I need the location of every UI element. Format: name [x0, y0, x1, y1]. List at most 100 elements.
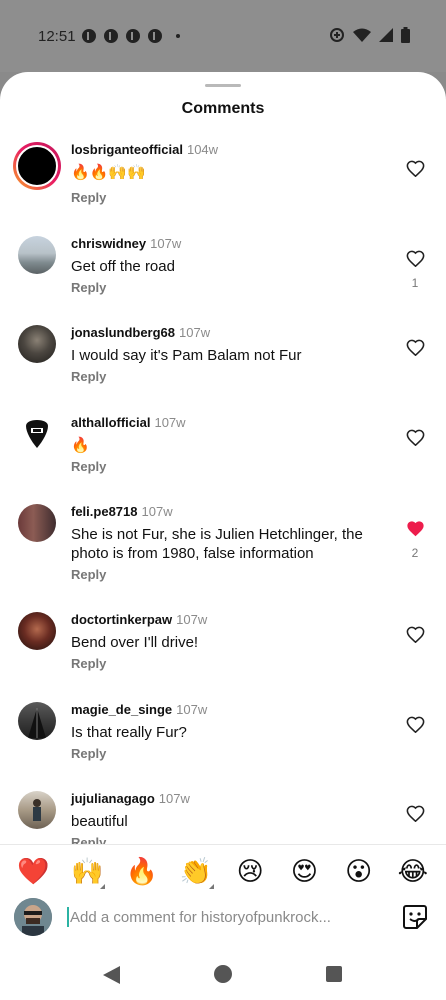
comment-username[interactable]: losbriganteofficial	[71, 142, 183, 157]
reply-button[interactable]: Reply	[71, 369, 106, 384]
emoji-heart-eyes[interactable]: 😍	[284, 857, 324, 887]
comment-header: losbriganteofficial 104w	[71, 142, 218, 157]
like-button[interactable]	[405, 805, 425, 831]
notification-icons	[82, 29, 180, 43]
comment-time: 104w	[186, 142, 219, 157]
emoji-crying-face[interactable]: 😢	[230, 857, 270, 887]
recents-icon[interactable]	[326, 966, 342, 982]
sticker-button[interactable]	[402, 904, 428, 935]
reply-button[interactable]: Reply	[71, 746, 106, 761]
comment-username[interactable]: chriswidney	[71, 236, 146, 251]
comment-text: She is not Fur, she is Julien Hetchlinge…	[71, 526, 363, 562]
comment-time: 107w	[154, 415, 186, 430]
facebook-icon	[126, 29, 140, 43]
home-icon[interactable]	[214, 965, 232, 983]
signal-icon	[379, 28, 393, 42]
text-cursor	[67, 907, 69, 927]
avatar-figure	[33, 799, 41, 821]
status-time: 12:51	[38, 28, 76, 45]
avatar[interactable]	[18, 791, 56, 829]
wifi-icon	[353, 28, 371, 42]
comment-header: jonaslundberg68 107w	[71, 325, 210, 340]
emoji-tears-of-joy[interactable]: 😂	[393, 857, 433, 887]
heart-outline-icon	[406, 429, 424, 447]
heart-outline-icon	[406, 716, 424, 734]
comment-composer	[0, 894, 446, 944]
comment-time: 107w	[150, 236, 182, 251]
avatar[interactable]	[18, 504, 56, 542]
comment-username[interactable]: doctortinkerpaw	[71, 612, 172, 627]
comments-list[interactable]: losbriganteofficial 104w 🔥🔥🙌🙌 Reply chris…	[0, 142, 446, 844]
reply-button[interactable]: Reply	[71, 459, 106, 474]
like-button[interactable]	[405, 626, 425, 652]
current-user-avatar	[14, 898, 52, 936]
comment-text: 🔥🔥🙌🙌	[71, 164, 146, 181]
like-button[interactable]	[405, 716, 425, 742]
avatar[interactable]	[18, 702, 56, 740]
back-icon[interactable]	[103, 966, 120, 984]
system-icons	[329, 27, 410, 43]
facebook-icon	[82, 29, 96, 43]
reply-button[interactable]: Reply	[71, 567, 106, 582]
emoji-clapping-hands[interactable]: 👏	[176, 857, 216, 889]
emoji-fire[interactable]: 🔥	[122, 857, 162, 887]
heart-outline-icon	[406, 805, 424, 823]
comment-time: 107w	[176, 612, 208, 627]
status-bar: 12:51	[0, 0, 446, 72]
comment-username[interactable]: magie_de_singe	[71, 702, 172, 717]
sticker-icon	[403, 905, 427, 929]
heart-outline-icon	[406, 626, 424, 644]
emoji-bar: ❤️ 🙌 🔥 👏 😢 😍 😮 😂	[0, 852, 446, 892]
facebook-icon	[148, 29, 162, 43]
comment-text: Is that really Fur?	[71, 724, 187, 741]
comment-username[interactable]: althallofficial	[71, 415, 150, 430]
more-notifications-icon	[176, 34, 180, 38]
comment-input[interactable]	[70, 904, 390, 930]
emoji-red-heart[interactable]: ❤️	[13, 857, 53, 887]
sheet-title: Comments	[181, 100, 265, 117]
like-count: 2	[411, 546, 419, 560]
facebook-icon	[104, 29, 118, 43]
emoji-surprised-face[interactable]: 😮	[339, 857, 379, 887]
comment-header: chriswidney 107w	[71, 236, 181, 251]
comment-text: 🔥	[71, 437, 90, 454]
heart-filled-icon	[406, 521, 424, 537]
guitar-pick-logo	[26, 420, 48, 448]
like-button[interactable]: 1	[405, 250, 425, 290]
skin-tone-indicator	[208, 884, 214, 889]
avatar[interactable]	[18, 415, 56, 453]
comment-header: jujulianagago 107w	[71, 791, 190, 806]
comment-text: Get off the road	[71, 258, 175, 275]
battery-icon	[401, 27, 410, 43]
comment-username[interactable]: feli.pe8718	[71, 504, 138, 519]
comment-header: althallofficial 107w	[71, 415, 186, 430]
heart-outline-icon	[406, 160, 424, 178]
comment-username[interactable]: jujulianagago	[71, 791, 155, 806]
like-button[interactable]: 2	[405, 520, 425, 560]
avatar[interactable]	[18, 612, 56, 650]
data-saver-icon	[330, 28, 344, 42]
reply-button[interactable]: Reply	[71, 835, 106, 844]
comment-text: I would say it's Pam Balam not Fur	[71, 347, 302, 364]
avatar[interactable]	[13, 142, 61, 190]
drag-handle[interactable]	[205, 84, 241, 87]
emoji-glyph: 🙌	[71, 857, 104, 887]
like-button[interactable]	[405, 160, 425, 186]
reply-button[interactable]: Reply	[71, 656, 106, 671]
like-button[interactable]	[405, 339, 425, 365]
avatar[interactable]	[18, 325, 56, 363]
reply-button[interactable]: Reply	[71, 190, 106, 205]
comment-header: feli.pe8718 107w	[71, 504, 173, 519]
skin-tone-indicator	[100, 884, 106, 889]
comment-header: doctortinkerpaw 107w	[71, 612, 207, 627]
comment-username[interactable]: jonaslundberg68	[71, 325, 175, 340]
avatar-figure	[28, 708, 46, 738]
reply-button[interactable]: Reply	[71, 280, 106, 295]
comments-sheet: Comments losbriganteofficial 104w 🔥🔥🙌🙌 Re…	[0, 72, 446, 1000]
avatar[interactable]	[18, 236, 56, 274]
like-button[interactable]	[405, 429, 425, 455]
like-count: 1	[411, 276, 419, 290]
comment-text: beautiful	[71, 813, 128, 830]
emoji-raised-hands[interactable]: 🙌	[67, 857, 107, 889]
heart-outline-icon	[406, 250, 424, 268]
